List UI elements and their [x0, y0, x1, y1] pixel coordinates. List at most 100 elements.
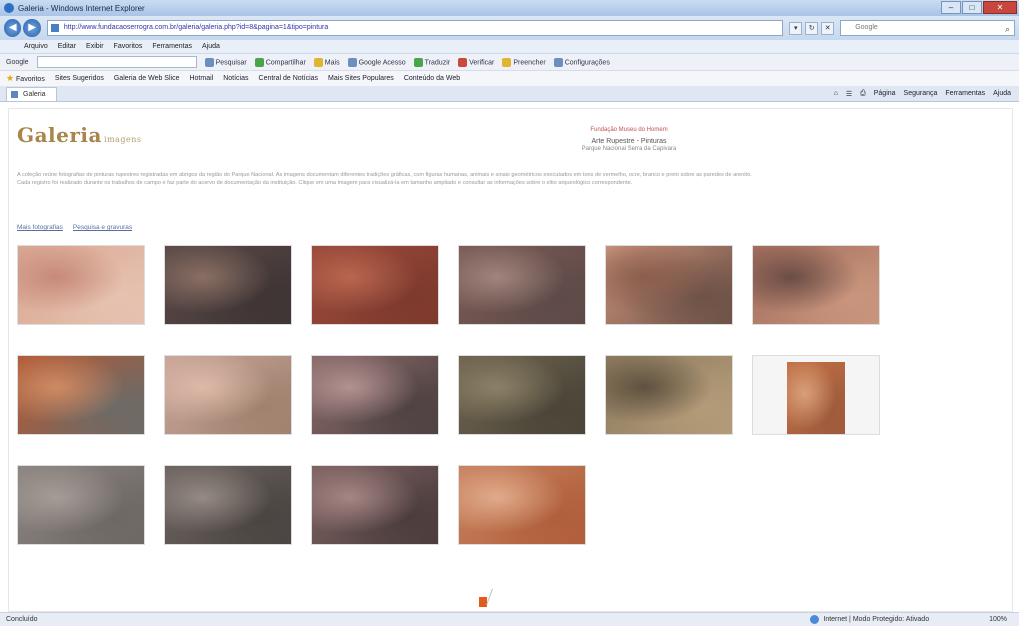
- description-paragraph: Cada registro foi realizado durante os t…: [17, 180, 633, 186]
- tab-bar: Galeria ⌂ ☰ ⎙ Página Segurança Ferrament…: [0, 86, 1019, 102]
- search-icon[interactable]: ⌕: [1005, 22, 1010, 36]
- thumb-9[interactable]: [311, 355, 439, 435]
- toolbar-item-translate[interactable]: Traduzir: [413, 57, 450, 67]
- thumb-12[interactable]: [752, 355, 880, 435]
- thumb-16[interactable]: [458, 465, 586, 545]
- page-header: Fundação Museu do Homem Arte Rupestre - …: [569, 127, 689, 152]
- more-icon: [313, 57, 323, 67]
- site-logo[interactable]: Galeria imagens: [17, 123, 142, 147]
- back-button[interactable]: ◀: [4, 19, 22, 37]
- gear-icon: [553, 57, 563, 67]
- thumb-3[interactable]: [311, 245, 439, 325]
- refresh-icon[interactable]: ↻: [805, 21, 819, 35]
- address-tools: ▾ ↻ ✕: [789, 21, 835, 35]
- fav-item[interactable]: Central de Notícias: [259, 75, 319, 82]
- fav-item[interactable]: Hotmail: [189, 75, 213, 82]
- fav-item[interactable]: Conteúdo da Web: [404, 75, 460, 82]
- thumb-14[interactable]: [164, 465, 292, 545]
- cmd-security[interactable]: Segurança: [904, 90, 938, 98]
- header-subtitle: Parque Nacional Serra da Capivara: [581, 146, 677, 152]
- fav-item[interactable]: Notícias: [223, 75, 248, 82]
- menu-item-file[interactable]: Arquivo: [24, 43, 48, 50]
- toolbar-item-search[interactable]: Pesquisar: [204, 57, 247, 67]
- search-icon: [204, 57, 214, 67]
- gallery-description: A coleção reúne fotografias de pinturas …: [17, 171, 1012, 187]
- thumb-8[interactable]: [164, 355, 292, 435]
- link-more-photos[interactable]: Mais fotografias: [17, 224, 63, 231]
- web-page: Galeria imagens Fundação Museu do Homem A…: [8, 108, 1013, 612]
- cmd-tools[interactable]: Ferramentas: [945, 90, 985, 98]
- rock-painting-photo: [165, 356, 291, 434]
- link-research[interactable]: Pesquisa e gravuras: [73, 224, 132, 231]
- thumb-15[interactable]: [311, 465, 439, 545]
- close-button[interactable]: ✕: [983, 1, 1017, 14]
- ie-logo-icon: [4, 3, 14, 13]
- toolbar-item-share[interactable]: Compartilhar: [254, 57, 306, 67]
- thumb-2[interactable]: [164, 245, 292, 325]
- thumb-13[interactable]: [17, 465, 145, 545]
- thumb-1[interactable]: [17, 245, 145, 325]
- menu-item-edit[interactable]: Editar: [58, 43, 76, 50]
- menu-item-favorites[interactable]: Favoritos: [114, 43, 143, 50]
- rock-painting-photo: [165, 466, 291, 544]
- gallery-links: Mais fotografias Pesquisa e gravuras: [17, 224, 132, 231]
- favorites-button[interactable]: ★ Favoritos: [6, 73, 45, 84]
- forward-button[interactable]: ▶: [23, 19, 41, 37]
- toolbar-item-settings[interactable]: Configurações: [553, 57, 610, 67]
- check-icon: [458, 57, 468, 67]
- menu-item-view[interactable]: Exibir: [86, 43, 104, 50]
- header-title: Arte Rupestre - Pinturas: [591, 138, 667, 145]
- menu-bar: Arquivo Editar Exibir Favoritos Ferramen…: [0, 40, 1019, 53]
- tab-galeria[interactable]: Galeria: [6, 86, 57, 101]
- thumb-6[interactable]: [752, 245, 880, 325]
- toolbar-item-more[interactable]: Mais: [313, 57, 340, 67]
- rock-painting-photo: [18, 246, 144, 324]
- toolbar-item-check[interactable]: Verificar: [458, 57, 494, 67]
- google-label: Google: [6, 58, 29, 66]
- fav-item[interactable]: Sites Sugeridos: [55, 75, 104, 82]
- fill-icon: [502, 57, 512, 67]
- thumb-5[interactable]: [605, 245, 733, 325]
- feeds-icon[interactable]: ☰: [846, 90, 852, 98]
- home-icon[interactable]: ⌂: [834, 90, 838, 98]
- zoom-level[interactable]: 100%: [989, 616, 1007, 623]
- cmd-page[interactable]: Página: [874, 90, 896, 98]
- fav-item[interactable]: Galeria de Web Slice: [114, 75, 180, 82]
- rock-painting-photo: [165, 246, 291, 324]
- rock-painting-photo: [606, 356, 732, 434]
- google-toolbar: Google Pesquisar Compartilhar Mais Googl…: [0, 53, 1019, 70]
- star-icon: ★: [6, 73, 15, 83]
- cursor-shadow: [486, 589, 500, 605]
- google-search-input[interactable]: [36, 56, 197, 68]
- thumb-10[interactable]: [458, 355, 586, 435]
- cmd-help[interactable]: Ajuda: [993, 90, 1011, 98]
- favorites-bar: ★ Favoritos Sites Sugeridos Galeria de W…: [0, 70, 1019, 86]
- stop-icon[interactable]: ✕: [821, 21, 835, 35]
- menu-item-tools[interactable]: Ferramentas: [152, 43, 192, 50]
- status-bar: Concluído Internet | Modo Protegido: Ati…: [0, 612, 1019, 626]
- rock-painting-photo: [459, 356, 585, 434]
- minimize-button[interactable]: –: [941, 1, 961, 14]
- thumb-11[interactable]: [605, 355, 733, 435]
- rock-painting-photo: [606, 246, 732, 324]
- url-input[interactable]: http://www.fundacaoserrogra.com.br/galer…: [46, 20, 784, 36]
- toolbar-item-fill[interactable]: Preencher: [502, 57, 546, 67]
- menu-item-help[interactable]: Ajuda: [202, 43, 220, 50]
- security-zone[interactable]: Internet | Modo Protegido: Ativado: [810, 615, 929, 624]
- thumb-7[interactable]: [17, 355, 145, 435]
- address-bar: ◀ ▶ http://www.fundacaoserrogra.com.br/g…: [0, 16, 1019, 40]
- share-icon: [254, 57, 264, 67]
- translate-icon: [413, 57, 423, 67]
- description-paragraph: A coleção reúne fotografias de pinturas …: [17, 172, 752, 178]
- toolbar-item-access[interactable]: Google Acesso: [347, 57, 406, 67]
- rock-painting-photo: [18, 466, 144, 544]
- dropdown-icon[interactable]: ▾: [789, 21, 803, 35]
- header-top: Fundação Museu do Homem: [590, 127, 668, 133]
- thumb-4[interactable]: [458, 245, 586, 325]
- globe-icon: [810, 615, 820, 624]
- print-icon[interactable]: ⎙: [860, 90, 866, 98]
- rock-painting-photo: [312, 466, 438, 544]
- fav-item[interactable]: Mais Sites Populares: [328, 75, 394, 82]
- maximize-button[interactable]: □: [962, 1, 982, 14]
- search-input[interactable]: Google ⌕: [840, 20, 1015, 36]
